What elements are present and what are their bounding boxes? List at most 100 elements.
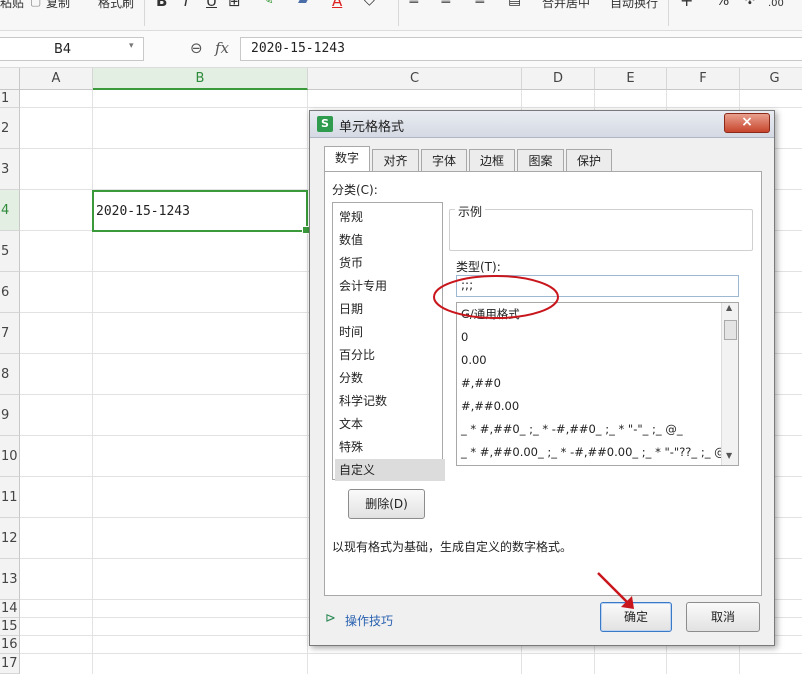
clear-icon[interactable]: ◇	[364, 0, 375, 8]
name-box[interactable]: B4 ▾	[0, 37, 144, 61]
category-item[interactable]: 数值	[335, 229, 445, 251]
number-tab-panel: 分类(C): 常规 数值 货币 会计专用 日期 时间 百分比 分数 科学记数 文…	[324, 171, 762, 596]
number-format-plus-icon[interactable]: +	[680, 0, 693, 10]
paste-button[interactable]: 粘贴	[0, 0, 24, 11]
row-header-11[interactable]: 11	[0, 477, 20, 518]
decimal-button[interactable]: .00	[768, 0, 784, 9]
scroll-down-icon[interactable]: ▼	[726, 451, 732, 460]
category-item-custom[interactable]: 自定义	[335, 459, 445, 481]
row-header-7[interactable]: 7	[0, 313, 20, 354]
column-header-d[interactable]: D	[522, 68, 595, 90]
auto-wrap-button[interactable]: 自动换行	[610, 0, 658, 11]
play-icon[interactable]: ⊳	[325, 611, 336, 626]
grid-line	[307, 90, 308, 674]
fx-button[interactable]: fx	[215, 39, 229, 57]
column-header-f[interactable]: F	[667, 68, 740, 90]
format-item[interactable]: _ * #,##0_ ;_ * -#,##0_ ;_ * "-"_ ;_ @_	[461, 418, 683, 440]
grid-line	[20, 653, 802, 654]
annotation-ellipse	[433, 275, 559, 319]
category-item[interactable]: 常规	[335, 206, 445, 228]
ribbon-toolbar: 粘贴 ▢ 复制 格式刷 B I U ⊞ ✎ ▰ A ◇ ≡ ≡ ≡ ▤ 合并居中…	[0, 0, 802, 31]
wps-logo-icon: S	[317, 116, 333, 132]
merge-center-button[interactable]: 合并居中	[542, 0, 590, 11]
format-item[interactable]: 0.00	[461, 349, 487, 371]
row-header-14[interactable]: 14	[0, 600, 20, 618]
format-item[interactable]: _ * #,##0.00_ ;_ * -#,##0.00_ ;_ * "-"??…	[461, 441, 731, 463]
selected-cell-b4[interactable]: 2020-15-1243	[92, 190, 310, 234]
select-all-corner[interactable]	[0, 68, 20, 90]
dialog-titlebar[interactable]: S 单元格格式 ×	[310, 111, 774, 138]
row-header-15[interactable]: 15	[0, 618, 20, 636]
copy-button[interactable]: 复制	[46, 0, 70, 11]
category-item[interactable]: 文本	[335, 413, 445, 435]
row-header-9[interactable]: 9	[0, 395, 20, 436]
category-item[interactable]: 特殊	[335, 436, 445, 458]
format-cells-dialog: S 单元格格式 × 数字 对齐 字体 边框 图案 保护 分类(C): 常规 数值…	[309, 110, 775, 646]
tab-border[interactable]: 边框	[469, 149, 515, 171]
tab-alignment[interactable]: 对齐	[372, 149, 419, 171]
close-button[interactable]: ×	[724, 113, 770, 133]
cancel-button[interactable]: 取消	[686, 602, 760, 632]
category-item[interactable]: 日期	[335, 298, 445, 320]
format-list-scrollbar[interactable]: ▲ ▼	[721, 303, 738, 465]
fill-color-icon[interactable]: ✎	[262, 0, 274, 8]
font-color-icon[interactable]: A	[332, 0, 342, 10]
underline-button[interactable]: U	[206, 0, 217, 10]
category-item[interactable]: 货币	[335, 252, 445, 274]
zoom-icon[interactable]: ⊖	[190, 39, 203, 57]
tips-link[interactable]: 操作技巧	[345, 612, 393, 629]
row-header-12[interactable]: 12	[0, 518, 20, 559]
tab-pattern[interactable]: 图案	[517, 149, 564, 171]
dialog-title: 单元格格式	[339, 120, 405, 135]
row-header-6[interactable]: 6	[0, 272, 20, 313]
align-left-icon[interactable]: ≡	[408, 0, 420, 8]
format-list[interactable]: G/通用格式 0 0.00 #,##0 #,##0.00 _ * #,##0_ …	[456, 302, 739, 466]
format-painter-button[interactable]: 格式刷	[98, 0, 134, 11]
scroll-up-icon[interactable]: ▲	[726, 303, 732, 312]
formula-value: 2020-15-1243	[251, 41, 345, 56]
column-header-e[interactable]: E	[595, 68, 667, 90]
align-center-icon[interactable]: ≡	[440, 0, 452, 8]
tab-number[interactable]: 数字	[324, 146, 370, 172]
italic-button[interactable]: I	[184, 0, 188, 10]
row-header-2[interactable]: 2	[0, 108, 20, 149]
row-header-5[interactable]: 5	[0, 231, 20, 272]
format-item[interactable]: #,##0	[461, 372, 501, 394]
column-header-c[interactable]: C	[308, 68, 522, 90]
category-item[interactable]: 科学记数	[335, 390, 445, 412]
bold-button[interactable]: B	[156, 0, 167, 10]
align-right-icon[interactable]: ≡	[474, 0, 486, 8]
toolbar-divider	[668, 0, 669, 26]
column-header-a[interactable]: A	[20, 68, 93, 90]
row-header-17[interactable]: 17	[0, 654, 20, 674]
category-item[interactable]: 时间	[335, 321, 445, 343]
toolbar-divider	[144, 0, 145, 26]
category-item[interactable]: 百分比	[335, 344, 445, 366]
tab-font[interactable]: 字体	[421, 149, 467, 171]
row-header-10[interactable]: 10	[0, 436, 20, 477]
chevron-down-icon[interactable]: ▾	[129, 41, 134, 51]
row-header-1[interactable]: 1	[0, 90, 20, 108]
column-header-b[interactable]: B	[93, 68, 308, 90]
category-item[interactable]: 分数	[335, 367, 445, 389]
category-list[interactable]: 常规 数值 货币 会计专用 日期 时间 百分比 分数 科学记数 文本 特殊 自定…	[332, 202, 445, 481]
justify-icon[interactable]: ▤	[508, 0, 521, 8]
cell-b4-value: 2020-15-1243	[96, 204, 190, 219]
thousands-icon[interactable]: ✣	[744, 0, 756, 8]
category-item[interactable]: 会计专用	[335, 275, 445, 297]
format-item[interactable]: #,##0.00	[461, 395, 519, 417]
row-header-8[interactable]: 8	[0, 354, 20, 395]
delete-button[interactable]: 删除(D)	[348, 489, 425, 519]
scroll-thumb[interactable]	[724, 320, 737, 340]
tab-protection[interactable]: 保护	[566, 149, 612, 171]
column-header-g[interactable]: G	[740, 68, 802, 90]
formula-input[interactable]: 2020-15-1243	[240, 37, 802, 61]
row-header-13[interactable]: 13	[0, 559, 20, 600]
highlight-icon[interactable]: ▰	[298, 0, 309, 8]
row-header-4[interactable]: 4	[0, 190, 20, 231]
row-header-3[interactable]: 3	[0, 149, 20, 190]
border-icon[interactable]: ⊞	[228, 0, 241, 10]
row-header-16[interactable]: 16	[0, 636, 20, 654]
format-item[interactable]: 0	[461, 326, 468, 348]
percent-button[interactable]: %	[716, 0, 729, 9]
